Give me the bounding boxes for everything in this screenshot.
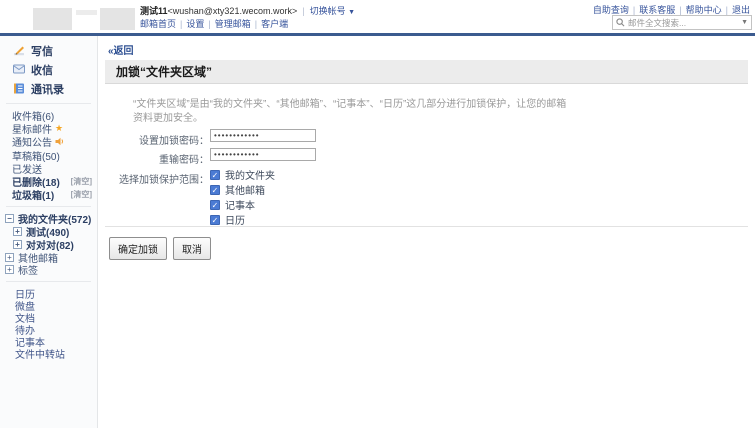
form-divider: [105, 226, 748, 227]
expand-icon[interactable]: +: [13, 227, 22, 236]
checkbox-checked-icon[interactable]: ✓: [210, 215, 220, 225]
checkbox-row-notes: ✓ 记事本: [210, 199, 255, 210]
sidebar-item-drafts[interactable]: 草稿箱(50): [0, 149, 97, 162]
sidebar-divider: [6, 281, 91, 282]
empty-folder-link[interactable]: [清空]: [71, 176, 92, 187]
search-box[interactable]: ▼: [612, 15, 752, 30]
compose-label: 写信: [31, 43, 53, 59]
receive-button[interactable]: 收信: [0, 60, 97, 79]
contacts-button[interactable]: 通讯录: [0, 79, 97, 98]
expand-icon[interactable]: +: [13, 240, 22, 249]
checkbox-row-my-folders: ✓ 我的文件夹: [210, 169, 275, 180]
app-label: 文件中转站: [15, 346, 65, 361]
webmail-app: 测试11<wushan@xty321.wecom.work>|切换帐号 ▼ 邮箱…: [0, 0, 755, 428]
search-icon: [616, 18, 625, 27]
sidebar-item-deleted[interactable]: 已删除(18)[清空]: [0, 175, 97, 188]
password-field[interactable]: [210, 129, 316, 142]
account-address: <wushan@xty321.wecom.work>: [168, 6, 298, 16]
search-input[interactable]: [628, 18, 738, 28]
checkbox-label: 日历: [225, 212, 245, 227]
speaker-icon: [55, 137, 65, 146]
back-link[interactable]: «返回: [108, 42, 134, 57]
logo-placeholder: [33, 8, 72, 30]
confirm-password-label: 重输密码：: [99, 151, 209, 166]
star-icon: ★: [55, 123, 63, 134]
cancel-button[interactable]: 取消: [173, 237, 211, 260]
sidebar: 写信 收信 通讯录 收件箱(6) 星标邮件★ 通知公告 草稿箱(50) 已发送 …: [0, 36, 98, 428]
sidebar-item-spam[interactable]: 垃圾箱(1) [清空]: [0, 188, 97, 201]
sidebar-divider: [6, 103, 91, 104]
nav-client[interactable]: 客户端: [251, 19, 288, 29]
link-help-center[interactable]: 帮助中心: [675, 5, 721, 15]
account-name: 测试11: [140, 6, 168, 16]
checkbox-label: 记事本: [225, 197, 255, 212]
scope-label: 选择加锁保护范围：: [99, 171, 209, 186]
sidebar-tree-other-mailboxes[interactable]: +其他邮箱: [0, 251, 97, 264]
checkbox-row-calendar: ✓ 日历: [210, 214, 245, 225]
search-scope-dropdown[interactable]: ▼: [738, 19, 748, 26]
link-logout[interactable]: 退出: [722, 5, 750, 15]
sidebar-divider: [6, 206, 91, 207]
link-self-service[interactable]: 自助查询: [593, 5, 629, 15]
sidebar-item-announcements[interactable]: 通知公告: [0, 135, 97, 148]
account-info: 测试11<wushan@xty321.wecom.work>|切换帐号 ▼: [140, 4, 355, 17]
checkbox-label: 我的文件夹: [225, 167, 275, 182]
nav-manage-mailbox[interactable]: 管理邮箱: [204, 19, 250, 29]
sidebar-item-file-transfer[interactable]: 文件中转站: [0, 347, 97, 359]
expand-icon[interactable]: +: [5, 253, 14, 262]
confirm-password-field[interactable]: [210, 148, 316, 161]
description-text: “文件夹区域”是由“我的文件夹”、“其他邮箱”、“记事本”、“日历”这几部分进行…: [133, 98, 566, 126]
switch-account-link[interactable]: 切换帐号: [310, 6, 346, 16]
sidebar-item-inbox[interactable]: 收件箱(6): [0, 109, 97, 122]
header: 测试11<wushan@xty321.wecom.work>|切换帐号 ▼ 邮箱…: [0, 0, 755, 33]
checkbox-label: 其他邮箱: [225, 182, 265, 197]
checkbox-row-other-mailboxes: ✓ 其他邮箱: [210, 184, 265, 195]
nav-mail-home[interactable]: 邮箱首页: [140, 19, 176, 29]
contacts-label: 通讯录: [31, 81, 64, 97]
checkbox-checked-icon[interactable]: ✓: [210, 185, 220, 195]
header-nav: 邮箱首页设置管理邮箱客户端: [140, 17, 288, 30]
collapse-icon[interactable]: −: [5, 214, 14, 223]
checkbox-checked-icon[interactable]: ✓: [210, 200, 220, 210]
logo-placeholder-2: [100, 8, 135, 30]
link-contact-support[interactable]: 联系客服: [629, 5, 675, 15]
password-label: 设置加锁密码：: [99, 132, 209, 147]
checkbox-checked-icon[interactable]: ✓: [210, 170, 220, 180]
form-actions: 确定加锁 取消: [109, 237, 211, 260]
empty-folder-link[interactable]: [清空]: [71, 189, 92, 200]
envelope-icon: [13, 64, 25, 75]
pencil-icon: [13, 45, 25, 56]
page-title: 加锁“文件夹区域”: [105, 60, 748, 84]
main-content: «返回 加锁“文件夹区域” “文件夹区域”是由“我的文件夹”、“其他邮箱”、“记…: [99, 36, 755, 428]
sidebar-tree-tags[interactable]: + 标签: [0, 264, 97, 277]
folder-label: 垃圾箱(1): [12, 187, 54, 202]
address-book-icon: [13, 83, 25, 94]
chevron-down-icon: ▼: [348, 9, 355, 16]
tree-label: 标签: [18, 262, 38, 277]
receive-label: 收信: [31, 62, 53, 78]
redacted-text: [76, 10, 97, 15]
sidebar-item-sent[interactable]: 已发送: [0, 162, 97, 175]
compose-button[interactable]: 写信: [0, 41, 97, 60]
expand-icon[interactable]: +: [5, 265, 14, 274]
sidebar-item-starred[interactable]: 星标邮件★: [0, 122, 97, 135]
confirm-lock-button[interactable]: 确定加锁: [109, 237, 167, 260]
nav-settings[interactable]: 设置: [176, 19, 204, 29]
